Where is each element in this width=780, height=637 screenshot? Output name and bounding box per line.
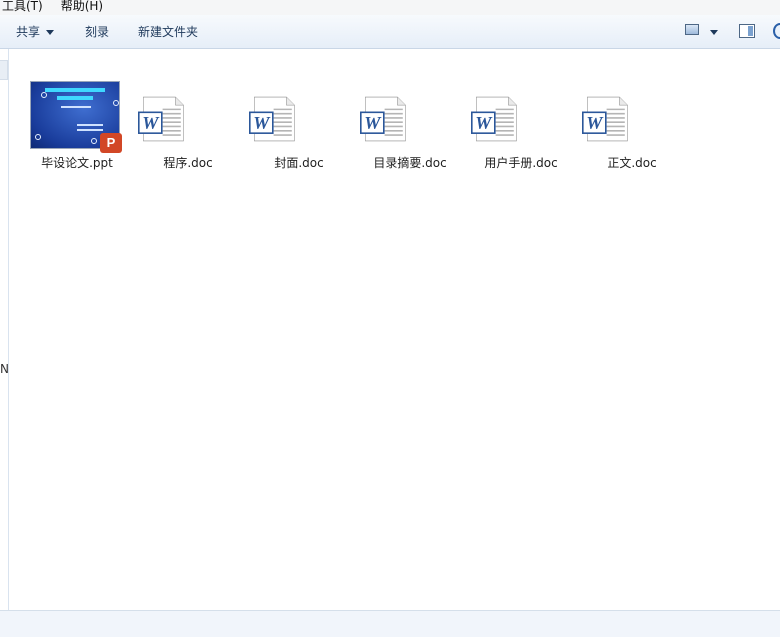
word-document-icon: W — [138, 96, 184, 142]
change-view-icon[interactable] — [685, 24, 699, 35]
powerpoint-icon: P — [100, 133, 122, 153]
status-bar — [0, 610, 780, 637]
file-item[interactable]: W 程序.doc — [138, 63, 238, 173]
svg-text:W: W — [586, 113, 604, 133]
svg-text:W: W — [364, 113, 382, 133]
file-item[interactable]: P 毕设论文.ppt — [27, 63, 127, 173]
menu-tools[interactable]: 工具(T) — [0, 0, 45, 12]
new-folder-button[interactable]: 新建文件夹 — [138, 15, 198, 49]
file-name: 封面.doc — [274, 156, 324, 170]
navigation-item[interactable] — [0, 60, 8, 80]
file-item[interactable]: W 正文.doc — [582, 63, 682, 173]
file-item[interactable]: W 用户手册.doc — [471, 63, 571, 173]
share-button[interactable]: 共享 — [16, 15, 55, 49]
file-name: 程序.doc — [163, 156, 213, 170]
word-document-icon: W — [471, 96, 517, 142]
file-name: 用户手册.doc — [484, 156, 558, 170]
svg-text:W: W — [253, 113, 271, 133]
command-bar: 共享 刻录 新建文件夹 — [0, 15, 780, 49]
word-document-icon: W — [582, 96, 628, 142]
svg-text:W: W — [142, 113, 160, 133]
share-label: 共享 — [16, 25, 41, 39]
word-document-icon: W — [249, 96, 295, 142]
file-item[interactable]: W 目录摘要.doc — [360, 63, 460, 173]
chevron-down-icon[interactable] — [710, 30, 718, 35]
file-list[interactable]: P 毕设论文.ppt W 程序.doc W 封面.doc W 目录摘要.doc … — [10, 49, 780, 610]
preview-pane-icon[interactable] — [739, 24, 755, 38]
file-name: 毕设论文.ppt — [41, 156, 113, 170]
word-document-icon: W — [360, 96, 406, 142]
file-name: 正文.doc — [607, 156, 657, 170]
navigation-pane[interactable] — [0, 49, 9, 610]
chevron-down-icon — [46, 30, 55, 35]
help-icon[interactable] — [773, 23, 780, 39]
menu-bar: 工具(T) 帮助(H) — [0, 0, 780, 15]
file-name: 目录摘要.doc — [373, 156, 447, 170]
navigation-label: N — [0, 362, 9, 376]
svg-text:W: W — [475, 113, 493, 133]
file-item[interactable]: W 封面.doc — [249, 63, 349, 173]
menu-help[interactable]: 帮助(H) — [59, 0, 105, 12]
burn-button[interactable]: 刻录 — [85, 15, 109, 49]
